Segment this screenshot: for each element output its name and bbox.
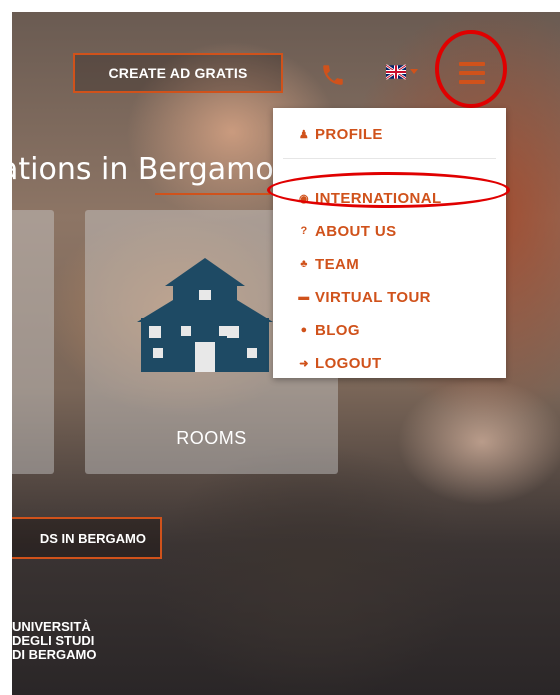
menu-item-label: PROFILE bbox=[315, 125, 383, 143]
page-heading: ations in Bergamo bbox=[12, 152, 274, 187]
group-icon: ♣ bbox=[300, 258, 308, 270]
ads-in-bergamo-button[interactable]: DS IN BERGAMO bbox=[12, 517, 162, 559]
user-icon: ♟ bbox=[298, 128, 310, 141]
heading-underline bbox=[155, 193, 270, 195]
page-frame: CREATE AD GRATIS ations in Bergamo ROOMS… bbox=[12, 12, 560, 695]
menu-item-profile[interactable]: ♟ PROFILE bbox=[297, 123, 383, 145]
university-logo: UNIVERSITÀ DEGLI STUDI DI BERGAMO bbox=[12, 620, 97, 662]
international-highlight-annotation bbox=[267, 172, 510, 208]
menu-item-about-us[interactable]: ? ABOUT US bbox=[297, 220, 397, 242]
uk-flag-icon[interactable] bbox=[386, 64, 406, 80]
menu-highlight-annotation bbox=[435, 30, 507, 108]
university-logo-line: UNIVERSITÀ bbox=[12, 619, 91, 634]
menu-item-label: LOGOUT bbox=[315, 354, 382, 372]
logout-icon: ➜ bbox=[299, 357, 309, 370]
language-dropdown-caret-icon[interactable] bbox=[410, 69, 418, 74]
rooms-label: ROOMS bbox=[176, 428, 247, 448]
menu-item-label: BLOG bbox=[315, 321, 360, 339]
university-logo-line: DI BERGAMO bbox=[12, 647, 97, 662]
comment-icon: ● bbox=[300, 324, 308, 336]
vr-goggles-icon: ▬ bbox=[298, 291, 310, 303]
menu-item-label: TEAM bbox=[315, 255, 360, 273]
question-icon: ? bbox=[300, 225, 308, 237]
menu-item-team[interactable]: ♣ TEAM bbox=[297, 253, 359, 275]
menu-item-blog[interactable]: ● BLOG bbox=[297, 319, 360, 341]
phone-icon[interactable] bbox=[320, 62, 346, 88]
menu-item-label: ABOUT US bbox=[315, 222, 397, 240]
university-logo-line: DEGLI STUDI bbox=[12, 633, 95, 648]
menu-item-virtual-tour[interactable]: ▬ VIRTUAL TOUR bbox=[297, 286, 431, 308]
house-icon bbox=[137, 258, 273, 372]
category-card[interactable] bbox=[12, 210, 54, 474]
menu-divider bbox=[283, 158, 496, 159]
menu-item-logout[interactable]: ➜ LOGOUT bbox=[297, 352, 382, 374]
header: CREATE AD GRATIS bbox=[12, 12, 560, 112]
create-ad-button[interactable]: CREATE AD GRATIS bbox=[73, 53, 283, 93]
menu-item-label: VIRTUAL TOUR bbox=[315, 288, 431, 306]
dropdown-menu: ♟ PROFILE ◉ INTERNATIONAL ? ABOUT US ♣ T… bbox=[273, 108, 506, 378]
